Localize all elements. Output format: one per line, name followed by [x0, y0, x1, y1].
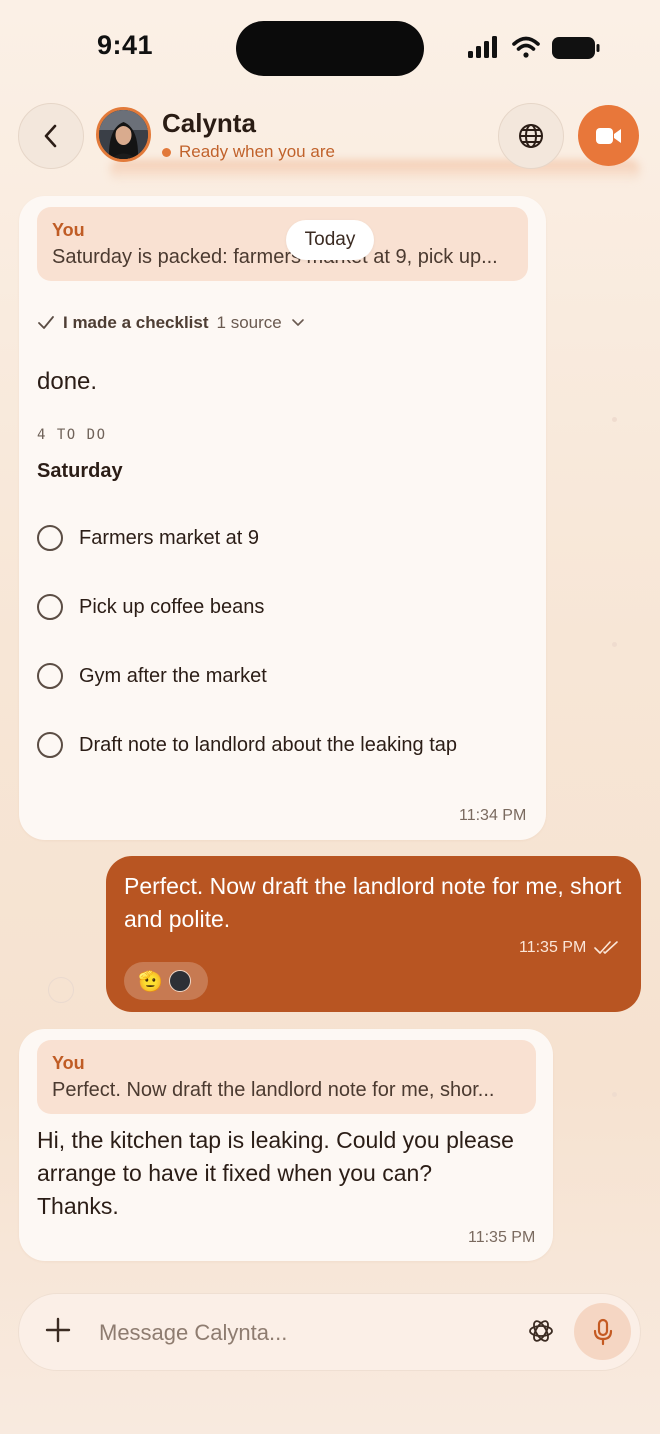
checkbox-circle-icon[interactable]	[37, 663, 63, 689]
chevron-left-icon	[44, 124, 57, 148]
presence-dot-icon	[162, 147, 171, 157]
video-camera-icon	[595, 127, 621, 144]
contact-name[interactable]: Calynta	[162, 108, 256, 139]
checkbox-circle-icon[interactable]	[37, 525, 63, 551]
message-intro-text: done.	[37, 368, 98, 395]
back-button[interactable]	[18, 103, 84, 169]
microphone-button[interactable]	[574, 1303, 631, 1360]
tool-activity-label: I made a checklist	[63, 313, 209, 332]
double-check-read-icon	[594, 941, 619, 954]
tool-activity-header[interactable]: I made a checklist 1 source	[37, 313, 306, 333]
message-select-circle[interactable]	[48, 977, 74, 1003]
cellular-signal-icon	[468, 36, 497, 58]
todo-count: 4 TO DO	[37, 427, 107, 443]
avatar-portrait	[99, 110, 148, 159]
video-call-button[interactable]	[578, 105, 639, 166]
quote-text: Saturday is packed: farmers market at 9,…	[52, 246, 498, 268]
quote-author: You	[52, 1053, 85, 1073]
quote-author: You	[52, 220, 85, 240]
checklist-item[interactable]: Pick up coffee beans	[37, 592, 264, 622]
quoted-message[interactable]: You Perfect. Now draft the landlord note…	[37, 1040, 536, 1114]
reactor-avatar	[168, 970, 191, 992]
ai-knot-icon[interactable]	[526, 1316, 556, 1346]
checkmark-icon	[38, 316, 54, 329]
contact-avatar[interactable]	[96, 107, 151, 162]
salute-emoji: 🫡	[138, 970, 163, 993]
checklist-item-text: Farmers market at 9	[79, 526, 260, 549]
language-button[interactable]	[498, 103, 564, 169]
checklist-item[interactable]: Gym after the market	[37, 661, 267, 691]
wifi-icon	[512, 36, 540, 58]
battery-icon	[552, 37, 600, 59]
dynamic-island	[236, 21, 424, 76]
chevron-down-icon	[291, 319, 304, 326]
presence-status: Ready when you are	[162, 142, 335, 162]
checklist-item[interactable]: Farmers market at 9	[37, 523, 259, 553]
message-timestamp: 11:35 PM	[468, 1229, 536, 1246]
checkbox-circle-icon[interactable]	[37, 732, 63, 758]
outgoing-timestamp-row: 11:35 PM	[519, 939, 620, 957]
presence-text: Ready when you are	[179, 142, 335, 161]
sources-count: 1 source	[216, 313, 282, 332]
scroll-marker	[612, 1092, 617, 1097]
microphone-icon	[593, 1318, 612, 1345]
date-divider: Today	[286, 220, 374, 260]
header-shadow	[110, 160, 640, 182]
status-time: 9:41	[97, 30, 154, 60]
message-input[interactable]: Message Calynta...	[99, 1320, 287, 1346]
quote-text: Perfect. Now draft the landlord note for…	[52, 1079, 495, 1101]
message-timestamp: 11:34 PM	[459, 807, 527, 824]
message-timestamp: 11:35 PM	[519, 939, 587, 956]
reply-message-text: Hi, the kitchen tap is leaking. Could yo…	[37, 1127, 514, 1219]
scroll-marker	[612, 642, 617, 647]
globe-icon	[519, 124, 543, 148]
checklist-item-text: Draft note to landlord about the leaking…	[79, 733, 458, 756]
reaction-chip[interactable]: 🫡	[124, 962, 208, 1000]
checkbox-circle-icon[interactable]	[37, 594, 63, 620]
scroll-marker	[612, 417, 617, 422]
checklist-item[interactable]: Draft note to landlord about the leaking…	[37, 730, 457, 760]
checklist-group-title: Saturday	[37, 460, 123, 482]
checklist-item-text: Pick up coffee beans	[79, 595, 265, 618]
quoted-message[interactable]: You Saturday is packed: farmers market a…	[37, 207, 528, 281]
status-icons	[468, 36, 600, 59]
checklist-item-text: Gym after the market	[79, 664, 267, 687]
outgoing-message-text: Perfect. Now draft the landlord note for…	[124, 873, 622, 932]
plus-icon[interactable]	[44, 1316, 72, 1344]
